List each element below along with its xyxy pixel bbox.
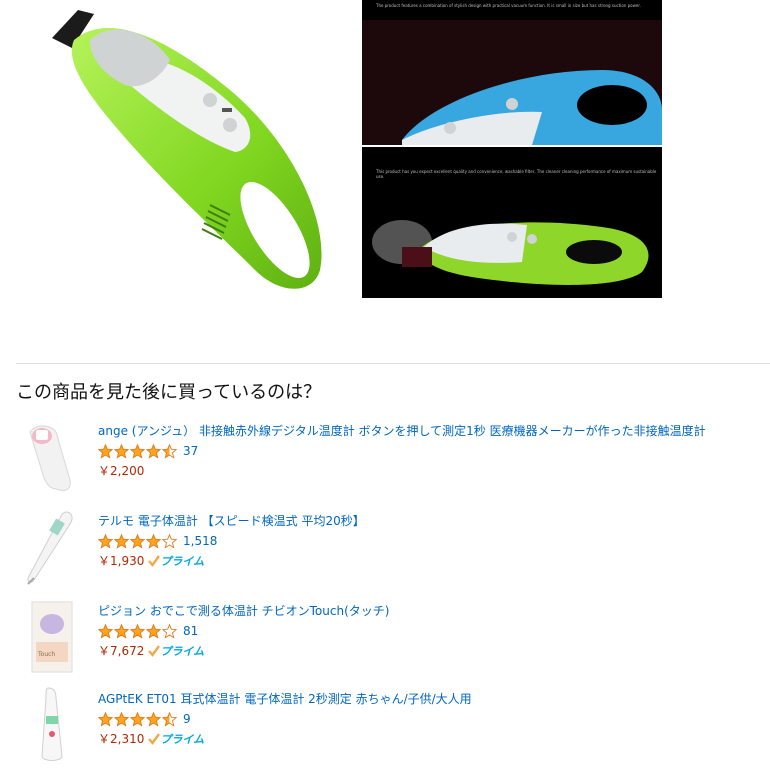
- star-icon: [114, 533, 129, 549]
- thermometer-thumbnail[interactable]: Touch: [22, 598, 82, 676]
- vacuum-product-image[interactable]: [30, 0, 330, 298]
- review-count[interactable]: 9: [183, 712, 191, 726]
- prime-badge: プライム: [148, 643, 204, 659]
- vacuum-blue-photo[interactable]: The product features a combination of st…: [362, 0, 662, 145]
- photo-caption-bottom: This product has you expect excellent qu…: [376, 169, 657, 179]
- vacuum-green-photo[interactable]: This product has you expect excellent qu…: [362, 147, 662, 298]
- star-icon: [162, 711, 177, 727]
- price-value: ￥1,930: [98, 554, 145, 568]
- section-divider: [16, 363, 770, 364]
- star-icon: [146, 443, 161, 459]
- star-icon: [146, 623, 161, 639]
- prime-badge: プライム: [148, 731, 204, 747]
- product-title-link[interactable]: テルモ 電子体温計 【スピード検温式 平均20秒】: [98, 512, 365, 529]
- star-icon: [146, 711, 161, 727]
- prime-check-icon: [148, 732, 161, 745]
- star-icon: [146, 533, 161, 549]
- star-rating[interactable]: 81: [98, 622, 198, 640]
- section-title: この商品を見た後に買っているのは？: [16, 382, 322, 403]
- product-title-link[interactable]: AGPtEK ET01 耳式体温計 電子体温計 2秒測定 赤ちゃん/子供/大人用: [98, 690, 472, 707]
- list-item: AGPtEK ET01 耳式体温計 電子体温計 2秒測定 赤ちゃん/子供/大人用…: [0, 686, 770, 770]
- list-item: ange (アンジュ） 非接触赤外線デジタル温度計 ボタンを押して測定1秒 医療…: [0, 418, 770, 502]
- product-title-link[interactable]: ピジョン おでこで測る体温計 チビオンTouch(タッチ): [98, 602, 389, 619]
- star-icon: [98, 623, 113, 639]
- star-icon: [114, 443, 129, 459]
- star-rating[interactable]: 37: [98, 442, 198, 460]
- vacuum-blue-graphic: [362, 20, 662, 145]
- review-count[interactable]: 81: [183, 624, 198, 638]
- star-icon: [162, 623, 177, 639]
- price: ￥7,672 プライム: [98, 642, 204, 659]
- star-icon: [98, 443, 113, 459]
- product-image-gallery: The product features a combination of st…: [0, 0, 770, 300]
- star-icon: [98, 533, 113, 549]
- prime-label: プライム: [160, 644, 205, 658]
- stars: [98, 623, 178, 639]
- product-title-link[interactable]: ange (アンジュ） 非接触赤外線デジタル温度計 ボタンを押して測定1秒 医療…: [98, 422, 706, 439]
- star-rating[interactable]: 9: [98, 710, 191, 728]
- thermometer-thumbnail[interactable]: [22, 418, 82, 496]
- star-icon: [130, 443, 145, 459]
- price: ￥2,200: [98, 462, 144, 479]
- list-item: Touch ピジョン おでこで測る体温計 チビオンTouch(タッチ) 81 ￥…: [0, 598, 770, 682]
- star-icon: [130, 711, 145, 727]
- prime-check-icon: [148, 554, 161, 567]
- stars: [98, 533, 178, 549]
- thermometer-thumbnail[interactable]: [22, 686, 82, 764]
- star-icon: [114, 623, 129, 639]
- review-count[interactable]: 1,518: [183, 534, 217, 548]
- price-value: ￥7,672: [98, 644, 145, 658]
- star-rating[interactable]: 1,518: [98, 532, 217, 550]
- review-count[interactable]: 37: [183, 444, 198, 458]
- star-icon: [162, 443, 177, 459]
- star-icon: [130, 623, 145, 639]
- prime-label: プライム: [160, 554, 205, 568]
- price-value: ￥2,310: [98, 732, 145, 746]
- price: ￥2,310 プライム: [98, 730, 204, 747]
- prime-check-icon: [148, 644, 161, 657]
- price-value: ￥2,200: [98, 464, 145, 478]
- star-icon: [162, 533, 177, 549]
- stars: [98, 443, 178, 459]
- prime-badge: プライム: [148, 553, 204, 569]
- list-item: テルモ 電子体温計 【スピード検温式 平均20秒】 1,518 ￥1,930 プ…: [0, 508, 770, 592]
- star-icon: [114, 711, 129, 727]
- stars: [98, 711, 178, 727]
- star-icon: [98, 711, 113, 727]
- prime-label: プライム: [160, 732, 205, 746]
- photo-caption-top: The product features a combination of st…: [376, 3, 641, 8]
- price: ￥1,930 プライム: [98, 552, 204, 569]
- svg-text:Touch: Touch: [37, 651, 55, 658]
- star-icon: [130, 533, 145, 549]
- thermometer-thumbnail[interactable]: [22, 508, 82, 586]
